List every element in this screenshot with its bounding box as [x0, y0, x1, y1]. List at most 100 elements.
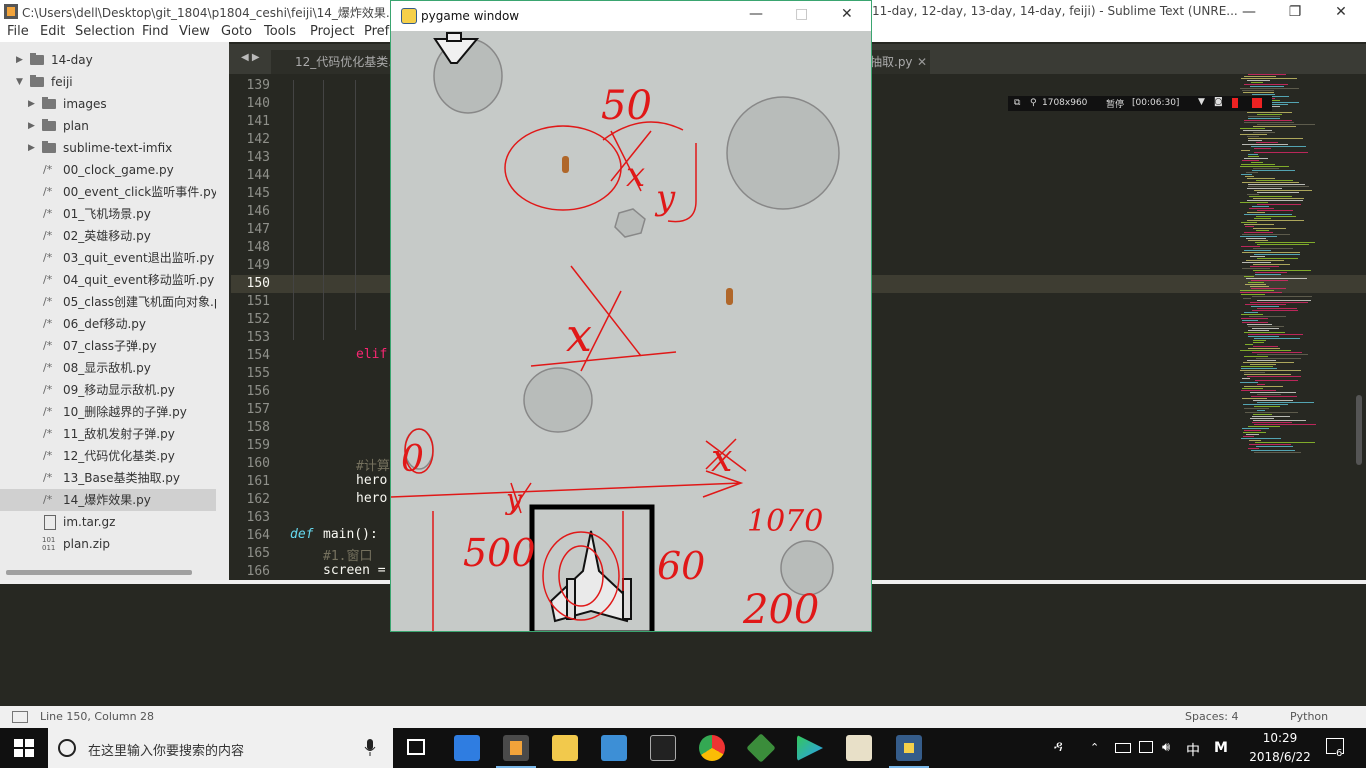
- status-bar: Line 150, Column 28 Spaces: 4 Python: [0, 706, 1366, 728]
- sidebar-file-item[interactable]: /* 08_显示敌机.py: [0, 357, 216, 379]
- taskbar-search-box[interactable]: 在这里输入你要搜索的内容: [48, 728, 393, 768]
- syntax-setting[interactable]: Python: [1290, 710, 1328, 723]
- menu-file[interactable]: File: [7, 24, 29, 39]
- pygame-maximize-button[interactable]: □: [795, 6, 808, 22]
- line-number: 155: [246, 366, 270, 381]
- tray-overflow-icon[interactable]: ⌃: [1090, 741, 1099, 754]
- sidebar-file-item[interactable]: /* 01_飞机场景.py: [0, 203, 216, 225]
- sidebar-folder-item[interactable]: ▶ images: [0, 93, 216, 115]
- sidebar-file-item[interactable]: /* 02_英雄移动.py: [0, 225, 216, 247]
- document-app-icon[interactable]: [846, 735, 872, 761]
- sidebar-file-item[interactable]: /* 14_爆炸效果.py: [0, 489, 216, 511]
- game-canvas[interactable]: 50 x y x 0 x y 1070 500 60 200: [391, 31, 871, 631]
- network-icon[interactable]: [1139, 741, 1153, 753]
- annotation-text: 1070: [747, 504, 823, 539]
- task-view-icon[interactable]: [407, 739, 425, 755]
- sidebar-folder-14-day[interactable]: ▶ 14-day: [0, 49, 216, 71]
- minimap-line: [1240, 166, 1289, 167]
- panel-toggle-icon[interactable]: [12, 711, 28, 723]
- minimap-line: [1241, 78, 1297, 79]
- minimap-line: [1254, 338, 1300, 339]
- minimap-line: [1247, 324, 1272, 325]
- menu-project[interactable]: Project: [310, 24, 354, 39]
- sidebar-file-item[interactable]: /* 04_quit_event移动监听.py: [0, 269, 216, 291]
- ime-language[interactable]: 中: [1186, 740, 1200, 760]
- menu-goto[interactable]: Goto: [221, 24, 252, 39]
- sidebar-file-item[interactable]: /* 12_代码优化基类.py: [0, 445, 216, 467]
- code-comment-165: #1.窗口: [323, 549, 373, 564]
- line-number: 140: [246, 96, 270, 111]
- sidebar-file-item[interactable]: /* 13_Base基类抽取.py: [0, 467, 216, 489]
- minimap-line: [1257, 410, 1265, 411]
- terminal-icon[interactable]: [650, 735, 676, 761]
- sidebar-file-item[interactable]: 101 011 plan.zip: [0, 533, 216, 555]
- minimap-line: [1244, 356, 1268, 357]
- clock-time[interactable]: 10:29: [1250, 731, 1310, 745]
- menu-tools[interactable]: Tools: [264, 24, 296, 39]
- maximize-button[interactable]: ❐: [1272, 0, 1318, 24]
- recorder-camera-icon[interactable]: ◙: [1214, 97, 1223, 107]
- pygame-close-button[interactable]: ✕: [841, 6, 853, 22]
- sidebar-scrollbar[interactable]: [6, 570, 192, 575]
- sidebar-file-item[interactable]: /* 05_class创建飞机面向对象.py: [0, 291, 216, 313]
- taskbar-sublime-icon[interactable]: [503, 735, 529, 761]
- taskbar-app-editor-icon[interactable]: [454, 735, 480, 761]
- file-explorer-icon[interactable]: [552, 735, 578, 761]
- volume-icon[interactable]: 🔊︎: [1162, 740, 1170, 755]
- minimap-line: [1254, 190, 1312, 191]
- recorder-zoom-icon[interactable]: ⚲: [1030, 98, 1037, 108]
- sidebar-file-item[interactable]: /* 09_移动显示敌机.py: [0, 379, 216, 401]
- sidebar-file-item[interactable]: /* 06_def移动.py: [0, 313, 216, 335]
- windows-start-icon[interactable]: [14, 739, 34, 757]
- recorder-window-icon[interactable]: ⧉: [1014, 98, 1020, 108]
- pygame-minimize-button[interactable]: —: [749, 6, 763, 22]
- recorder-dropdown-icon[interactable]: ▼: [1198, 97, 1205, 107]
- people-icon[interactable]: ዳ: [1054, 739, 1063, 755]
- menu-edit[interactable]: Edit: [40, 24, 65, 39]
- minimap-line: [1250, 266, 1279, 267]
- sidebar-file-item[interactable]: /* 00_clock_game.py: [0, 159, 216, 181]
- annotation-text: x: [626, 155, 645, 195]
- recorder-pause-icon[interactable]: [1232, 98, 1238, 108]
- menu-selection[interactable]: Selection: [75, 24, 135, 39]
- menu-view[interactable]: View: [179, 24, 210, 39]
- close-button[interactable]: ✕: [1318, 0, 1364, 24]
- pygame-title-bar[interactable]: pygame window — □ ✕: [391, 1, 871, 31]
- minimap-line: [1254, 152, 1308, 153]
- minimap-line: [1253, 270, 1311, 271]
- sidebar-file-item[interactable]: /* 10_删除越界的子弹.py: [0, 401, 216, 423]
- recorder-stop-icon[interactable]: [1252, 98, 1262, 108]
- folder-label: images: [63, 97, 107, 111]
- minimap-line: [1243, 404, 1288, 405]
- sidebar-folder-item[interactable]: ▶ plan: [0, 115, 216, 137]
- sidebar-file-item[interactable]: /* 00_event_click监听事件.py: [0, 181, 216, 203]
- computer-icon[interactable]: [601, 735, 627, 761]
- sidebar-file-item[interactable]: im.tar.gz: [0, 511, 216, 533]
- minimap[interactable]: [1240, 74, 1326, 474]
- sidebar-file-item[interactable]: /* 03_quit_event退出监听.py: [0, 247, 216, 269]
- tab-nav-arrows[interactable]: ◀ ▶: [241, 52, 260, 63]
- editor-scrollbar[interactable]: [1356, 395, 1362, 465]
- tab-close-icon[interactable]: ✕: [917, 50, 927, 74]
- python-icon[interactable]: [896, 735, 922, 761]
- recorder-pause-button[interactable]: 暂停: [1106, 97, 1124, 110]
- clock-date[interactable]: 2018/6/22: [1244, 750, 1316, 764]
- chrome-icon[interactable]: [699, 735, 725, 761]
- battery-icon[interactable]: [1115, 743, 1131, 753]
- minimap-line: [1244, 122, 1294, 123]
- sidebar-folder-item[interactable]: ▶ sublime-text-imfix: [0, 137, 216, 159]
- ime-mode[interactable]: M: [1214, 740, 1228, 756]
- sidebar-file-item[interactable]: /* 07_class子弹.py: [0, 335, 216, 357]
- indentation-setting[interactable]: Spaces: 4: [1185, 710, 1238, 723]
- minimize-button[interactable]: —: [1226, 0, 1272, 24]
- sidebar-file-item[interactable]: /* 11_敌机发射子弹.py: [0, 423, 216, 445]
- sidebar-folder-feiji[interactable]: ▼ feiji: [0, 71, 216, 93]
- minimap-line: [1248, 116, 1280, 117]
- microphone-icon[interactable]: [364, 739, 376, 757]
- folder-label: sublime-text-imfix: [63, 141, 173, 155]
- minimap-line: [1241, 318, 1268, 319]
- minimap-line: [1247, 212, 1265, 213]
- pygame-logo-icon: [401, 8, 417, 24]
- minimap-line: [1244, 120, 1292, 121]
- menu-find[interactable]: Find: [142, 24, 169, 39]
